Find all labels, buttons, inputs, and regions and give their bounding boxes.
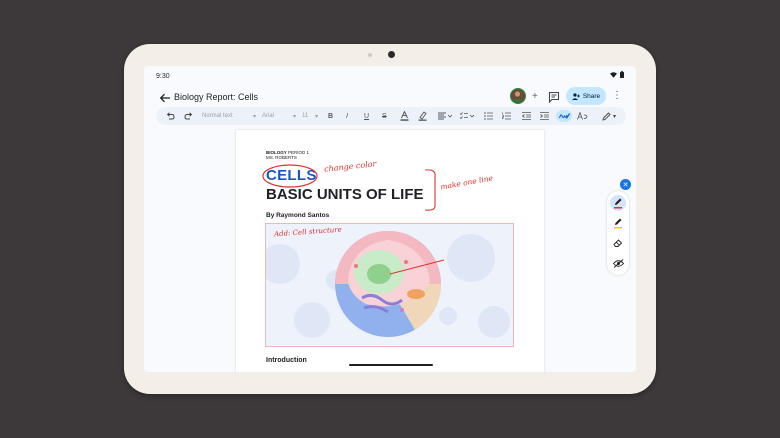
clock: 9:30 <box>156 73 170 80</box>
highlight-icon[interactable] <box>418 110 427 122</box>
text-format-icon[interactable] <box>577 110 588 122</box>
align-icon[interactable] <box>438 110 452 122</box>
avatar-image <box>512 91 523 102</box>
share-button[interactable]: Share <box>566 87 606 105</box>
screen: 9:30 Biology Report: Cells + Share ⋮ Nor… <box>144 66 636 372</box>
pen-mode-select[interactable]: ▾ <box>602 110 620 122</box>
paragraph-style-value: Normal text <box>202 113 233 119</box>
system-icons <box>610 71 624 78</box>
chevron-down-icon: ▾ <box>314 113 318 120</box>
redo-icon[interactable] <box>184 110 193 122</box>
battery-icon <box>620 71 624 78</box>
paragraph-style-select[interactable]: Normal text ▾ <box>202 110 256 122</box>
pen-tool-button[interactable] <box>610 195 626 211</box>
eraser-tool-button[interactable] <box>610 235 626 251</box>
status-bar: 9:30 <box>144 66 636 86</box>
close-icon[interactable]: ✕ <box>620 179 631 190</box>
document-page[interactable]: BIOLOGY PERIOD 1 MS. ROBERTS CELLS chang… <box>236 130 544 372</box>
checklist-icon[interactable] <box>460 110 474 122</box>
font-select[interactable]: Arial ▾ <box>262 110 296 122</box>
comment-icon[interactable] <box>548 91 560 103</box>
strikethrough-icon[interactable]: S <box>382 110 387 122</box>
decrease-indent-icon[interactable] <box>522 110 531 122</box>
font-value: Arial <box>262 113 275 119</box>
chevron-down-icon: ▾ <box>252 113 256 120</box>
undo-icon[interactable] <box>166 110 175 122</box>
pen-icon <box>602 111 611 121</box>
highlighter-icon <box>614 218 622 229</box>
hide-annotations-button[interactable] <box>610 255 626 271</box>
teacher-name: MS. ROBERTS <box>266 155 297 160</box>
numbered-list-icon[interactable] <box>502 110 511 122</box>
annotation-change-color: change color <box>323 159 377 174</box>
eraser-icon <box>613 239 623 247</box>
chevron-down-icon: ▾ <box>613 113 617 120</box>
chevron-down-icon: ▾ <box>292 113 296 120</box>
avatar[interactable] <box>510 88 526 104</box>
underline-icon[interactable]: U <box>364 110 369 122</box>
bulleted-list-icon[interactable] <box>484 110 493 122</box>
gesture-handle[interactable] <box>349 364 433 366</box>
share-label: Share <box>582 92 601 100</box>
formatting-toolbar: Normal text ▾ Arial ▾ 11 ▾ B I U S ▾ <box>156 107 626 125</box>
handwritten-bracket <box>424 169 436 211</box>
heading-basic-units: BASIC UNITS OF LIFE <box>266 186 424 203</box>
font-size-select[interactable]: 11 ▾ <box>302 110 318 122</box>
annotation-make-one-line: make one line <box>439 173 494 192</box>
more-icon[interactable]: ⋮ <box>612 90 622 101</box>
pen-icon <box>614 198 622 209</box>
class-info: BIOLOGY PERIOD 1 MS. ROBERTS <box>266 150 309 160</box>
section-introduction: Introduction <box>266 357 307 364</box>
highlighter-tool-button[interactable] <box>610 215 626 231</box>
bold-icon[interactable]: B <box>328 110 333 122</box>
add-icon[interactable]: + <box>532 91 538 102</box>
document-title[interactable]: Biology Report: Cells <box>174 92 258 102</box>
text-color-icon[interactable] <box>400 110 409 122</box>
share-icon <box>571 92 580 100</box>
cell-illustration <box>266 231 510 338</box>
handwriting-icon[interactable] <box>556 110 572 122</box>
back-arrow-icon[interactable] <box>158 91 172 105</box>
front-camera <box>388 51 395 58</box>
font-size-value: 11 <box>302 113 309 119</box>
cell-diagram: Add: Cell structure <box>265 223 514 347</box>
light-sensor <box>368 53 372 57</box>
increase-indent-icon[interactable] <box>540 110 549 122</box>
byline: By Raymond Santos <box>266 212 330 219</box>
pen-tool-palette <box>607 191 629 275</box>
hide-icon <box>612 258 624 268</box>
wifi-icon <box>610 71 617 78</box>
italic-icon[interactable]: I <box>346 110 348 122</box>
